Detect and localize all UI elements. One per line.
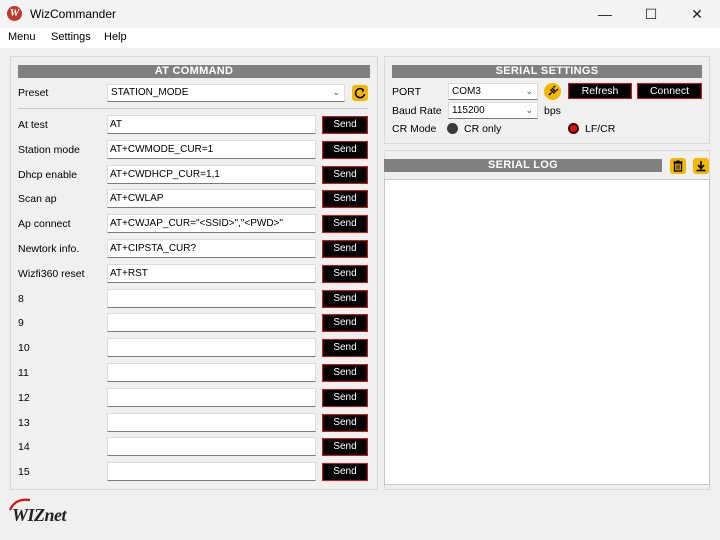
send-button[interactable]: Send: [322, 290, 368, 308]
at-command-header: AT COMMAND: [18, 65, 370, 78]
lf-cr-radio[interactable]: [568, 123, 579, 134]
at-row-label: 14: [18, 441, 30, 453]
preset-divider: [18, 108, 368, 109]
lf-cr-label: LF/CR: [585, 123, 616, 135]
send-button[interactable]: Send: [322, 463, 368, 481]
send-button[interactable]: Send: [322, 116, 368, 134]
baud-rate-label: Baud Rate: [392, 105, 442, 117]
at-command-input[interactable]: [107, 437, 316, 456]
at-row-label: 10: [18, 342, 30, 354]
at-row-label: Newtork info.: [18, 243, 80, 255]
at-row-label: At test: [18, 119, 48, 131]
maximize-button[interactable]: ☐: [628, 0, 674, 28]
at-row-label: 15: [18, 466, 30, 478]
menu-item-menu[interactable]: Menu: [8, 31, 36, 43]
at-row-label: 13: [18, 417, 30, 429]
at-row-label: 8: [18, 293, 24, 305]
preset-select[interactable]: STATION_MODE ⌄: [107, 84, 345, 102]
at-command-input[interactable]: [107, 363, 316, 382]
at-row-label: 9: [18, 317, 24, 329]
preset-label: Preset: [18, 87, 49, 99]
preset-value: STATION_MODE: [111, 87, 189, 98]
send-button[interactable]: Send: [322, 339, 368, 357]
connect-button[interactable]: Connect: [637, 83, 702, 99]
at-row-label: 12: [18, 392, 30, 404]
at-command-input[interactable]: AT+CWMODE_CUR=1: [107, 140, 316, 159]
title-bar: W WizCommander — ☐ ✕: [0, 0, 720, 28]
send-button[interactable]: Send: [322, 364, 368, 382]
send-button[interactable]: Send: [322, 389, 368, 407]
chevron-down-icon: ⌄: [332, 87, 340, 97]
refresh-button[interactable]: Refresh: [568, 83, 632, 99]
serial-log-header: SERIAL LOG: [384, 159, 662, 172]
wiznet-logo: WIZnet: [9, 497, 89, 527]
app-logo-icon: W: [7, 6, 22, 21]
minimize-button[interactable]: —: [582, 0, 628, 28]
at-command-input[interactable]: [107, 413, 316, 432]
at-row-label: Station mode: [18, 144, 80, 156]
cr-only-radio[interactable]: [447, 123, 458, 134]
at-command-input[interactable]: AT: [107, 115, 316, 134]
send-button[interactable]: Send: [322, 215, 368, 233]
send-button[interactable]: Send: [322, 314, 368, 332]
at-command-input[interactable]: [107, 289, 316, 308]
baud-unit-label: bps: [544, 105, 561, 117]
cr-only-label: CR only: [464, 123, 502, 135]
refresh-preset-icon[interactable]: [352, 85, 368, 101]
at-row-label: Dhcp enable: [18, 169, 77, 181]
menu-item-settings[interactable]: Settings: [51, 31, 91, 43]
menu-bar: Menu Settings Help: [0, 28, 720, 48]
send-button[interactable]: Send: [322, 414, 368, 432]
close-button[interactable]: ✕: [674, 0, 720, 28]
at-command-input[interactable]: [107, 388, 316, 407]
chevron-down-icon: ⌄: [525, 105, 533, 115]
send-button[interactable]: Send: [322, 141, 368, 159]
port-value: COM3: [452, 86, 481, 97]
baud-rate-select[interactable]: 115200 ⌄: [448, 102, 538, 119]
menu-item-help[interactable]: Help: [104, 31, 127, 43]
window-title: WizCommander: [30, 7, 117, 21]
send-button[interactable]: Send: [322, 240, 368, 258]
serial-settings-header: SERIAL SETTINGS: [392, 65, 702, 78]
trash-icon[interactable]: [670, 158, 686, 174]
port-label: PORT: [392, 86, 421, 98]
chevron-down-icon: ⌄: [525, 86, 533, 96]
send-button[interactable]: Send: [322, 166, 368, 184]
at-row-label: Scan ap: [18, 193, 57, 205]
cr-mode-label: CR Mode: [392, 123, 437, 135]
send-button[interactable]: Send: [322, 190, 368, 208]
baud-rate-value: 115200: [452, 105, 485, 116]
at-row-label: 11: [18, 367, 29, 379]
at-row-label: Wizfi360 reset: [18, 268, 85, 280]
at-command-input[interactable]: AT+CWJAP_CUR="<SSID>","<PWD>": [107, 214, 316, 233]
at-command-input[interactable]: [107, 338, 316, 357]
serial-log-output[interactable]: [384, 179, 710, 485]
download-icon[interactable]: [693, 158, 709, 174]
at-command-input[interactable]: AT+CWLAP: [107, 189, 316, 208]
at-command-input[interactable]: AT+CWDHCP_CUR=1,1: [107, 165, 316, 184]
port-select[interactable]: COM3 ⌄: [448, 83, 538, 100]
plug-icon[interactable]: [544, 83, 561, 100]
at-command-input[interactable]: [107, 313, 316, 332]
at-row-label: Ap connect: [18, 218, 71, 230]
wiznet-logo-text: WIZnet: [12, 505, 67, 525]
at-command-input[interactable]: AT+CIPSTA_CUR?: [107, 239, 316, 258]
at-command-input[interactable]: [107, 462, 316, 481]
send-button[interactable]: Send: [322, 265, 368, 283]
at-command-input[interactable]: AT+RST: [107, 264, 316, 283]
send-button[interactable]: Send: [322, 438, 368, 456]
